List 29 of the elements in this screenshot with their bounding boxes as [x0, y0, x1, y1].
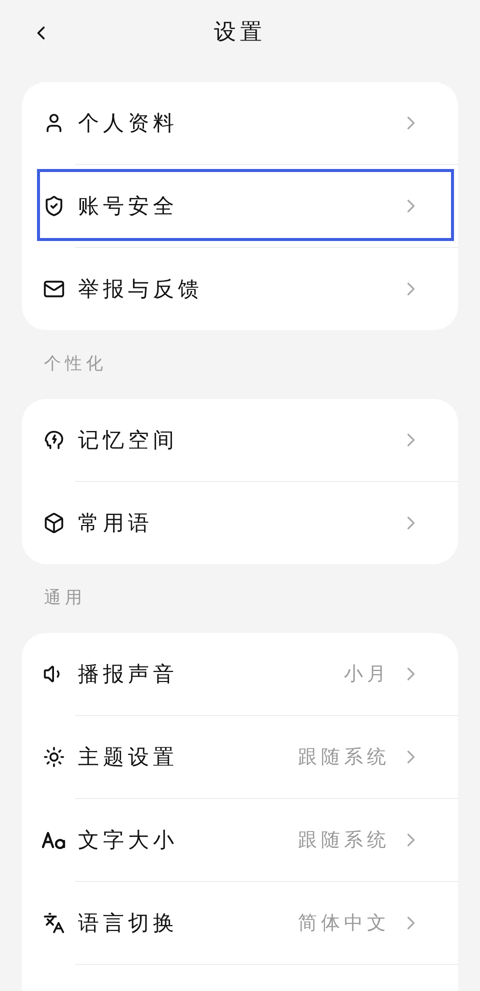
section-heading: 个性化 — [43, 353, 108, 376]
row-value: 跟随系统 — [298, 745, 390, 770]
section-heading: 通用 — [43, 587, 87, 610]
row-label: 播报声音 — [78, 661, 179, 688]
settings-row[interactable]: 常用语 — [22, 482, 458, 564]
sun-icon — [42, 745, 66, 769]
row-label: 记忆空间 — [78, 427, 179, 454]
head-icon — [42, 428, 66, 452]
settings-row[interactable]: 举报与反馈 — [22, 248, 458, 330]
row-label: 举报与反馈 — [78, 276, 204, 303]
row-label: 文字大小 — [78, 827, 179, 854]
row-value: 小月 — [344, 662, 390, 687]
row-label: 个人资料 — [78, 110, 179, 137]
row-value: 跟随系统 — [298, 828, 390, 853]
row-label: 语言切换 — [78, 910, 179, 937]
translate-icon — [42, 911, 66, 935]
row-value: 简体中文 — [298, 911, 390, 936]
settings-row[interactable]: 播报声音 小月 — [22, 633, 458, 715]
cube-icon — [42, 511, 66, 535]
settings-row[interactable]: 记忆空间 — [22, 399, 458, 481]
settings-row[interactable]: 账号安全 — [22, 165, 458, 247]
settings-row[interactable]: 语言切换 简体中文 — [22, 882, 458, 964]
page-title: 设置 — [214, 19, 266, 47]
settings-row[interactable]: 主题设置 跟随系统 — [22, 716, 458, 798]
settings-row[interactable]: 个人资料 — [22, 82, 458, 164]
row-label: 账号安全 — [78, 193, 179, 220]
row-label: 常用语 — [78, 510, 154, 537]
settings-row[interactable]: 文字大小 跟随系统 — [22, 799, 458, 881]
row-label: 主题设置 — [78, 744, 179, 771]
